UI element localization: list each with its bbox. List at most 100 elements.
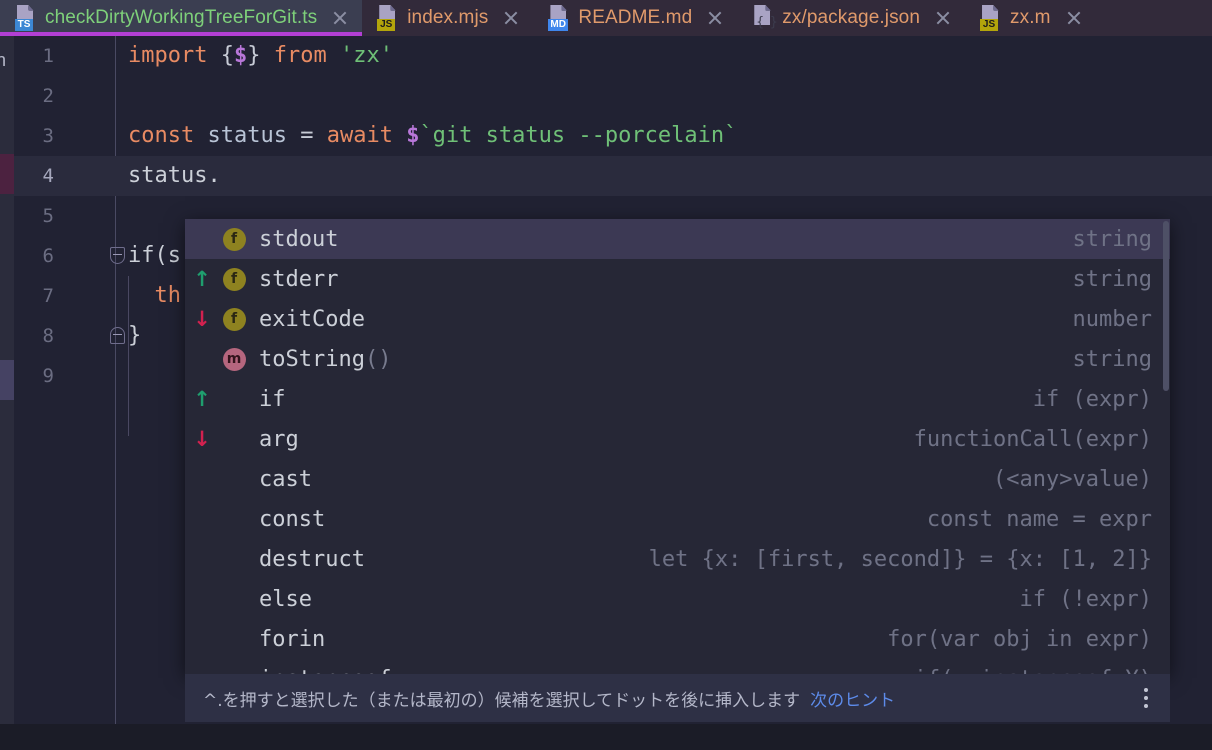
completion-name-text: stdout (259, 226, 339, 252)
field-icon: f (222, 267, 246, 291)
move-up-icon: ↑ (193, 266, 211, 291)
editor-line[interactable]: 1 import {$} from 'zx' (14, 36, 1212, 76)
line-number[interactable]: 9 (14, 356, 54, 396)
editor-tab-0[interactable]: TS checkDirtyWorkingTreeForGit.ts (0, 0, 363, 36)
completion-item[interactable]: ↑ if if (expr) (185, 379, 1170, 419)
close-icon[interactable] (330, 8, 350, 28)
line-content: } (128, 316, 141, 356)
completion-item-type: (<any>value) (993, 466, 1152, 492)
close-icon[interactable] (1064, 8, 1084, 28)
line-content: status. (128, 156, 221, 196)
typescript-file-icon: TS (14, 5, 36, 31)
javascript-file-icon: JS (376, 5, 398, 31)
code-token: const (128, 123, 208, 148)
completion-item[interactable]: forin for(var obj in expr) (185, 619, 1170, 659)
completion-item-name: exitCode (259, 307, 365, 332)
template-icon (223, 588, 246, 611)
completion-name-text: const (259, 506, 326, 532)
completion-item-name: cast (259, 467, 312, 492)
completion-item[interactable]: ↓ arg functionCall(expr) (185, 419, 1170, 459)
completion-name-text: forin (259, 626, 326, 652)
file-type-badge: JS (980, 19, 999, 31)
code-token: `git status --porcelain` (419, 123, 738, 148)
code-token: { (220, 43, 234, 68)
completion-list: f stdout string ↑ f stderr string ↓ f exitCode num… (185, 219, 1170, 674)
completion-item-type: if (expr) (1032, 386, 1152, 412)
left-strip-partial-text: n (0, 50, 7, 70)
code-token: import (128, 43, 221, 68)
completion-kind (219, 628, 249, 651)
editor-tab-label: checkDirtyWorkingTreeForGit.ts (45, 7, 318, 28)
completion-item[interactable]: ↑ f stderr string (185, 259, 1170, 299)
code-completion-popup[interactable]: f stdout string ↑ f stderr string ↓ f exitCode num… (185, 219, 1170, 674)
code-fold-bot-icon[interactable] (110, 327, 125, 344)
code-token: await (326, 123, 407, 148)
completion-item-type: if (!expr) (1019, 586, 1152, 612)
kebab-menu-icon[interactable] (1136, 687, 1156, 709)
hint-text: ^.を押すと選択した（または最初の）候補を選択してドットを後に挿入します (203, 690, 801, 711)
file-type-badge: JS (377, 19, 396, 31)
code-token: status (207, 123, 301, 148)
code-fold-top-icon[interactable] (110, 247, 125, 264)
completion-kind (219, 428, 249, 451)
line-number[interactable]: 7 (14, 276, 54, 316)
template-icon (223, 388, 246, 411)
completion-item-type: string (1072, 226, 1152, 252)
close-icon[interactable] (501, 8, 521, 28)
move-up-icon: ↑ (193, 386, 211, 411)
template-icon (223, 548, 246, 571)
line-number[interactable]: 4 (14, 156, 54, 196)
completion-item[interactable]: else if (!expr) (185, 579, 1170, 619)
completion-name-text: else (259, 586, 312, 612)
line-content: import {$} from 'zx' (128, 36, 393, 76)
close-icon[interactable] (705, 8, 725, 28)
completion-item-type: functionCall(expr) (913, 426, 1152, 452)
markdown-file-icon: MD (547, 5, 569, 31)
completion-item[interactable]: ↓ f exitCode number (185, 299, 1170, 339)
completion-item[interactable]: f stdout string (185, 219, 1170, 259)
line-number[interactable]: 5 (14, 196, 54, 236)
completion-item-name: arg (259, 427, 299, 452)
scrollbar-thumb[interactable] (1163, 221, 1169, 391)
completion-item[interactable]: destruct let {x: [first, second]} = {x: [… (185, 539, 1170, 579)
completion-item-type: if(x instanceof Y) (914, 667, 1152, 675)
completion-item-type: string (1072, 266, 1152, 292)
editor-tab-3[interactable]: { } zx/package.json (737, 0, 965, 36)
editor-tab-1[interactable]: JS index.mjs (362, 0, 533, 36)
completion-item-name: else (259, 587, 312, 612)
editor-line[interactable]: 2 (14, 76, 1212, 116)
editor-line[interactable]: 4 status. (14, 156, 1212, 196)
next-hint-link[interactable]: 次のヒント (810, 686, 895, 711)
completion-kind: f (219, 307, 249, 331)
editor-tab-4[interactable]: JS zx.m (965, 0, 1096, 36)
completion-name-text: destruct (259, 546, 365, 572)
javascript-file-icon: JS (979, 5, 1001, 31)
completion-scrollbar[interactable] (1162, 219, 1170, 674)
completion-kind: m (219, 347, 249, 371)
line-number[interactable]: 8 (14, 316, 54, 356)
completion-item[interactable]: instanceof if(x instanceof Y) (185, 659, 1170, 675)
completion-item[interactable]: cast (<any>value) (185, 459, 1170, 499)
move-down-icon: ↓ (193, 426, 211, 451)
line-number[interactable]: 3 (14, 116, 54, 156)
line-number[interactable]: 2 (14, 76, 54, 116)
close-icon[interactable] (933, 8, 953, 28)
completion-name-text: exitCode (259, 306, 365, 332)
completion-item-name: destruct (259, 547, 365, 572)
line-number[interactable]: 1 (14, 36, 54, 76)
completion-item[interactable]: const const name = expr (185, 499, 1170, 539)
editor-tab-label: zx.m (1010, 7, 1051, 28)
selection-marker[interactable] (0, 360, 14, 400)
editor-line[interactable]: 3 const status = await $`git status --por… (14, 116, 1212, 156)
code-token: = (300, 123, 327, 148)
editor-tab-2[interactable]: MD README.md (533, 0, 737, 36)
error-marker[interactable] (0, 154, 14, 194)
status-bar-strip (0, 724, 1212, 750)
line-number[interactable]: 6 (14, 236, 54, 276)
code-token: $ (406, 123, 420, 148)
completion-item[interactable]: m toString() string (185, 339, 1170, 379)
field-icon: f (222, 307, 246, 331)
left-tool-strip[interactable]: n (0, 36, 14, 750)
line-content: th (128, 276, 181, 316)
field-icon: f (222, 227, 246, 251)
